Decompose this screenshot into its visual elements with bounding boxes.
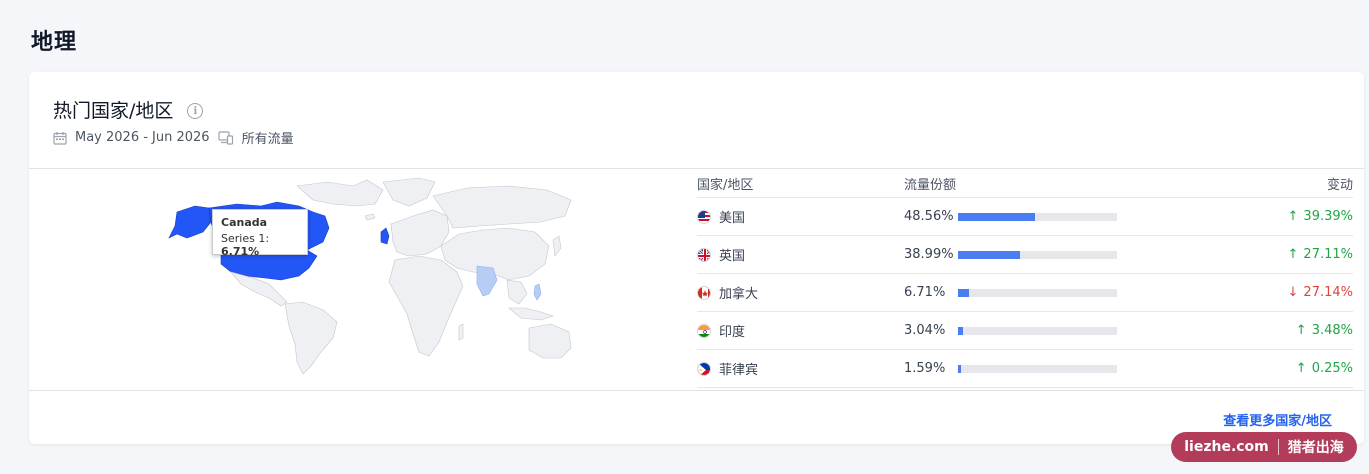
divider [29, 168, 1364, 169]
map-australia [528, 323, 572, 359]
share-bar-fill [958, 364, 961, 373]
country-name: 菲律宾 [719, 363, 759, 378]
share-cell: 48.56% [904, 209, 1204, 224]
share-bar-fill [958, 212, 1036, 221]
arrow-up-icon: ↑ [1295, 323, 1307, 338]
table-header: 国家/地区 流量份额 变动 [697, 170, 1353, 198]
in-flag-icon [697, 323, 711, 338]
map-philippines [533, 283, 542, 301]
card-meta: May 2026 - Jun 2026 所有流量 [53, 128, 294, 147]
change-cell: ↑ 39.39% [1204, 209, 1353, 224]
map-europe [390, 209, 450, 257]
info-icon[interactable]: i [187, 103, 204, 119]
map-russia [432, 185, 572, 229]
map-uk [380, 227, 390, 245]
arrow-up-icon: ↑ [1295, 361, 1307, 376]
map-india [476, 265, 498, 297]
map-iceland [364, 213, 376, 221]
share-value: 1.59% [904, 361, 946, 376]
map-south-america [284, 301, 338, 375]
arrow-up-icon: ↑ [1287, 247, 1299, 262]
share-bar [958, 364, 1117, 373]
map-greenland [382, 177, 436, 207]
table-row[interactable]: 加拿大 6.71% ↓ 27.14% [697, 274, 1353, 312]
change-cell: ↓ 27.14% [1204, 285, 1353, 300]
country-cell: 印度 [697, 321, 904, 340]
world-map[interactable] [157, 176, 577, 376]
arrow-down-icon: ↓ [1287, 285, 1299, 300]
country-cell: 菲律宾 [697, 359, 904, 378]
country-cell: 英国 [697, 245, 904, 264]
header-change[interactable]: 变动 [1204, 174, 1353, 193]
share-bar [958, 326, 1117, 335]
watermark-brand: 猎者出海 [1287, 440, 1344, 456]
share-cell: 3.04% [904, 323, 1204, 338]
map-north-canada [296, 179, 384, 207]
watermark-domain: liezhe.com [1184, 439, 1269, 455]
share-cell: 38.99% [904, 247, 1204, 262]
tooltip-country: Canada [221, 216, 268, 229]
watermark-separator [1277, 439, 1279, 455]
change-cell: ↑ 27.11% [1204, 247, 1353, 262]
change-value: 3.48% [1311, 323, 1353, 338]
share-bar-fill [958, 250, 1020, 259]
map-alaska [168, 205, 212, 239]
share-value: 3.04% [904, 323, 946, 338]
section-title: 地理 [31, 30, 78, 55]
card-header: 热门国家/地区 i [53, 96, 204, 123]
header-country[interactable]: 国家/地区 [697, 174, 904, 193]
ph-flag-icon [697, 361, 711, 376]
share-bar [958, 212, 1117, 221]
share-cell: 1.59% [904, 361, 1204, 376]
header-share[interactable]: 流量份额 [904, 174, 1204, 193]
country-cell: 加拿大 [697, 283, 904, 302]
table-body: 美国 48.56% ↑ 39.39% 英国 38.99% ↑ 27.11% 加拿大 6.71% ↓ 2… [697, 198, 1353, 388]
top-countries-card: 热门国家/地区 i May 2026 - Jun 2026 所有流量 Canad… [29, 72, 1364, 444]
share-bar-fill [958, 288, 969, 297]
change-value: 39.39% [1303, 209, 1353, 224]
countries-table: 国家/地区 流量份额 变动 美国 48.56% ↑ 39.39% 英国 38.99% ↑ 27… [697, 170, 1353, 388]
view-more-countries-link[interactable]: 查看更多国家/地区 [1223, 410, 1332, 429]
country-name: 美国 [719, 211, 746, 226]
share-value: 38.99% [904, 247, 954, 262]
watermark: liezhe.com 猎者出海 [1171, 432, 1357, 462]
traffic-filter[interactable]: 所有流量 [242, 128, 294, 147]
share-bar-fill [958, 326, 963, 335]
map-tooltip: Canada Series 1: 6.71% [212, 209, 308, 258]
country-name: 加拿大 [719, 287, 759, 302]
country-name: 印度 [719, 325, 746, 340]
ca-flag-icon [697, 285, 711, 300]
arrow-up-icon: ↑ [1287, 209, 1299, 224]
devices-icon [217, 130, 233, 145]
tooltip-value: 6.71% [221, 245, 260, 258]
card-title: 热门国家/地区 [53, 100, 174, 122]
divider [29, 390, 1364, 391]
us-flag-icon [697, 209, 711, 224]
map-madagascar [458, 323, 464, 341]
map-japan [552, 235, 562, 257]
map-africa [388, 255, 464, 357]
table-row[interactable]: 美国 48.56% ↑ 39.39% [697, 198, 1353, 236]
change-cell: ↑ 3.48% [1204, 323, 1353, 338]
table-row[interactable]: 英国 38.99% ↑ 27.11% [697, 236, 1353, 274]
share-value: 6.71% [904, 285, 946, 300]
change-value: 27.11% [1303, 247, 1353, 262]
change-value: 27.14% [1303, 285, 1353, 300]
calendar-icon [53, 131, 67, 145]
map-indonesia [508, 307, 554, 321]
share-bar [958, 250, 1117, 259]
map-se-asia [506, 279, 528, 305]
country-cell: 美国 [697, 207, 904, 226]
table-row[interactable]: 菲律宾 1.59% ↑ 0.25% [697, 350, 1353, 388]
share-value: 48.56% [904, 209, 954, 224]
tooltip-series-label: Series 1: [221, 232, 270, 245]
country-name: 英国 [719, 249, 746, 264]
share-bar [958, 288, 1117, 297]
date-range[interactable]: May 2026 - Jun 2026 [75, 130, 210, 145]
uk-flag-icon [697, 247, 711, 262]
share-cell: 6.71% [904, 285, 1204, 300]
change-cell: ↑ 0.25% [1204, 361, 1353, 376]
table-row[interactable]: 印度 3.04% ↑ 3.48% [697, 312, 1353, 350]
change-value: 0.25% [1311, 361, 1353, 376]
